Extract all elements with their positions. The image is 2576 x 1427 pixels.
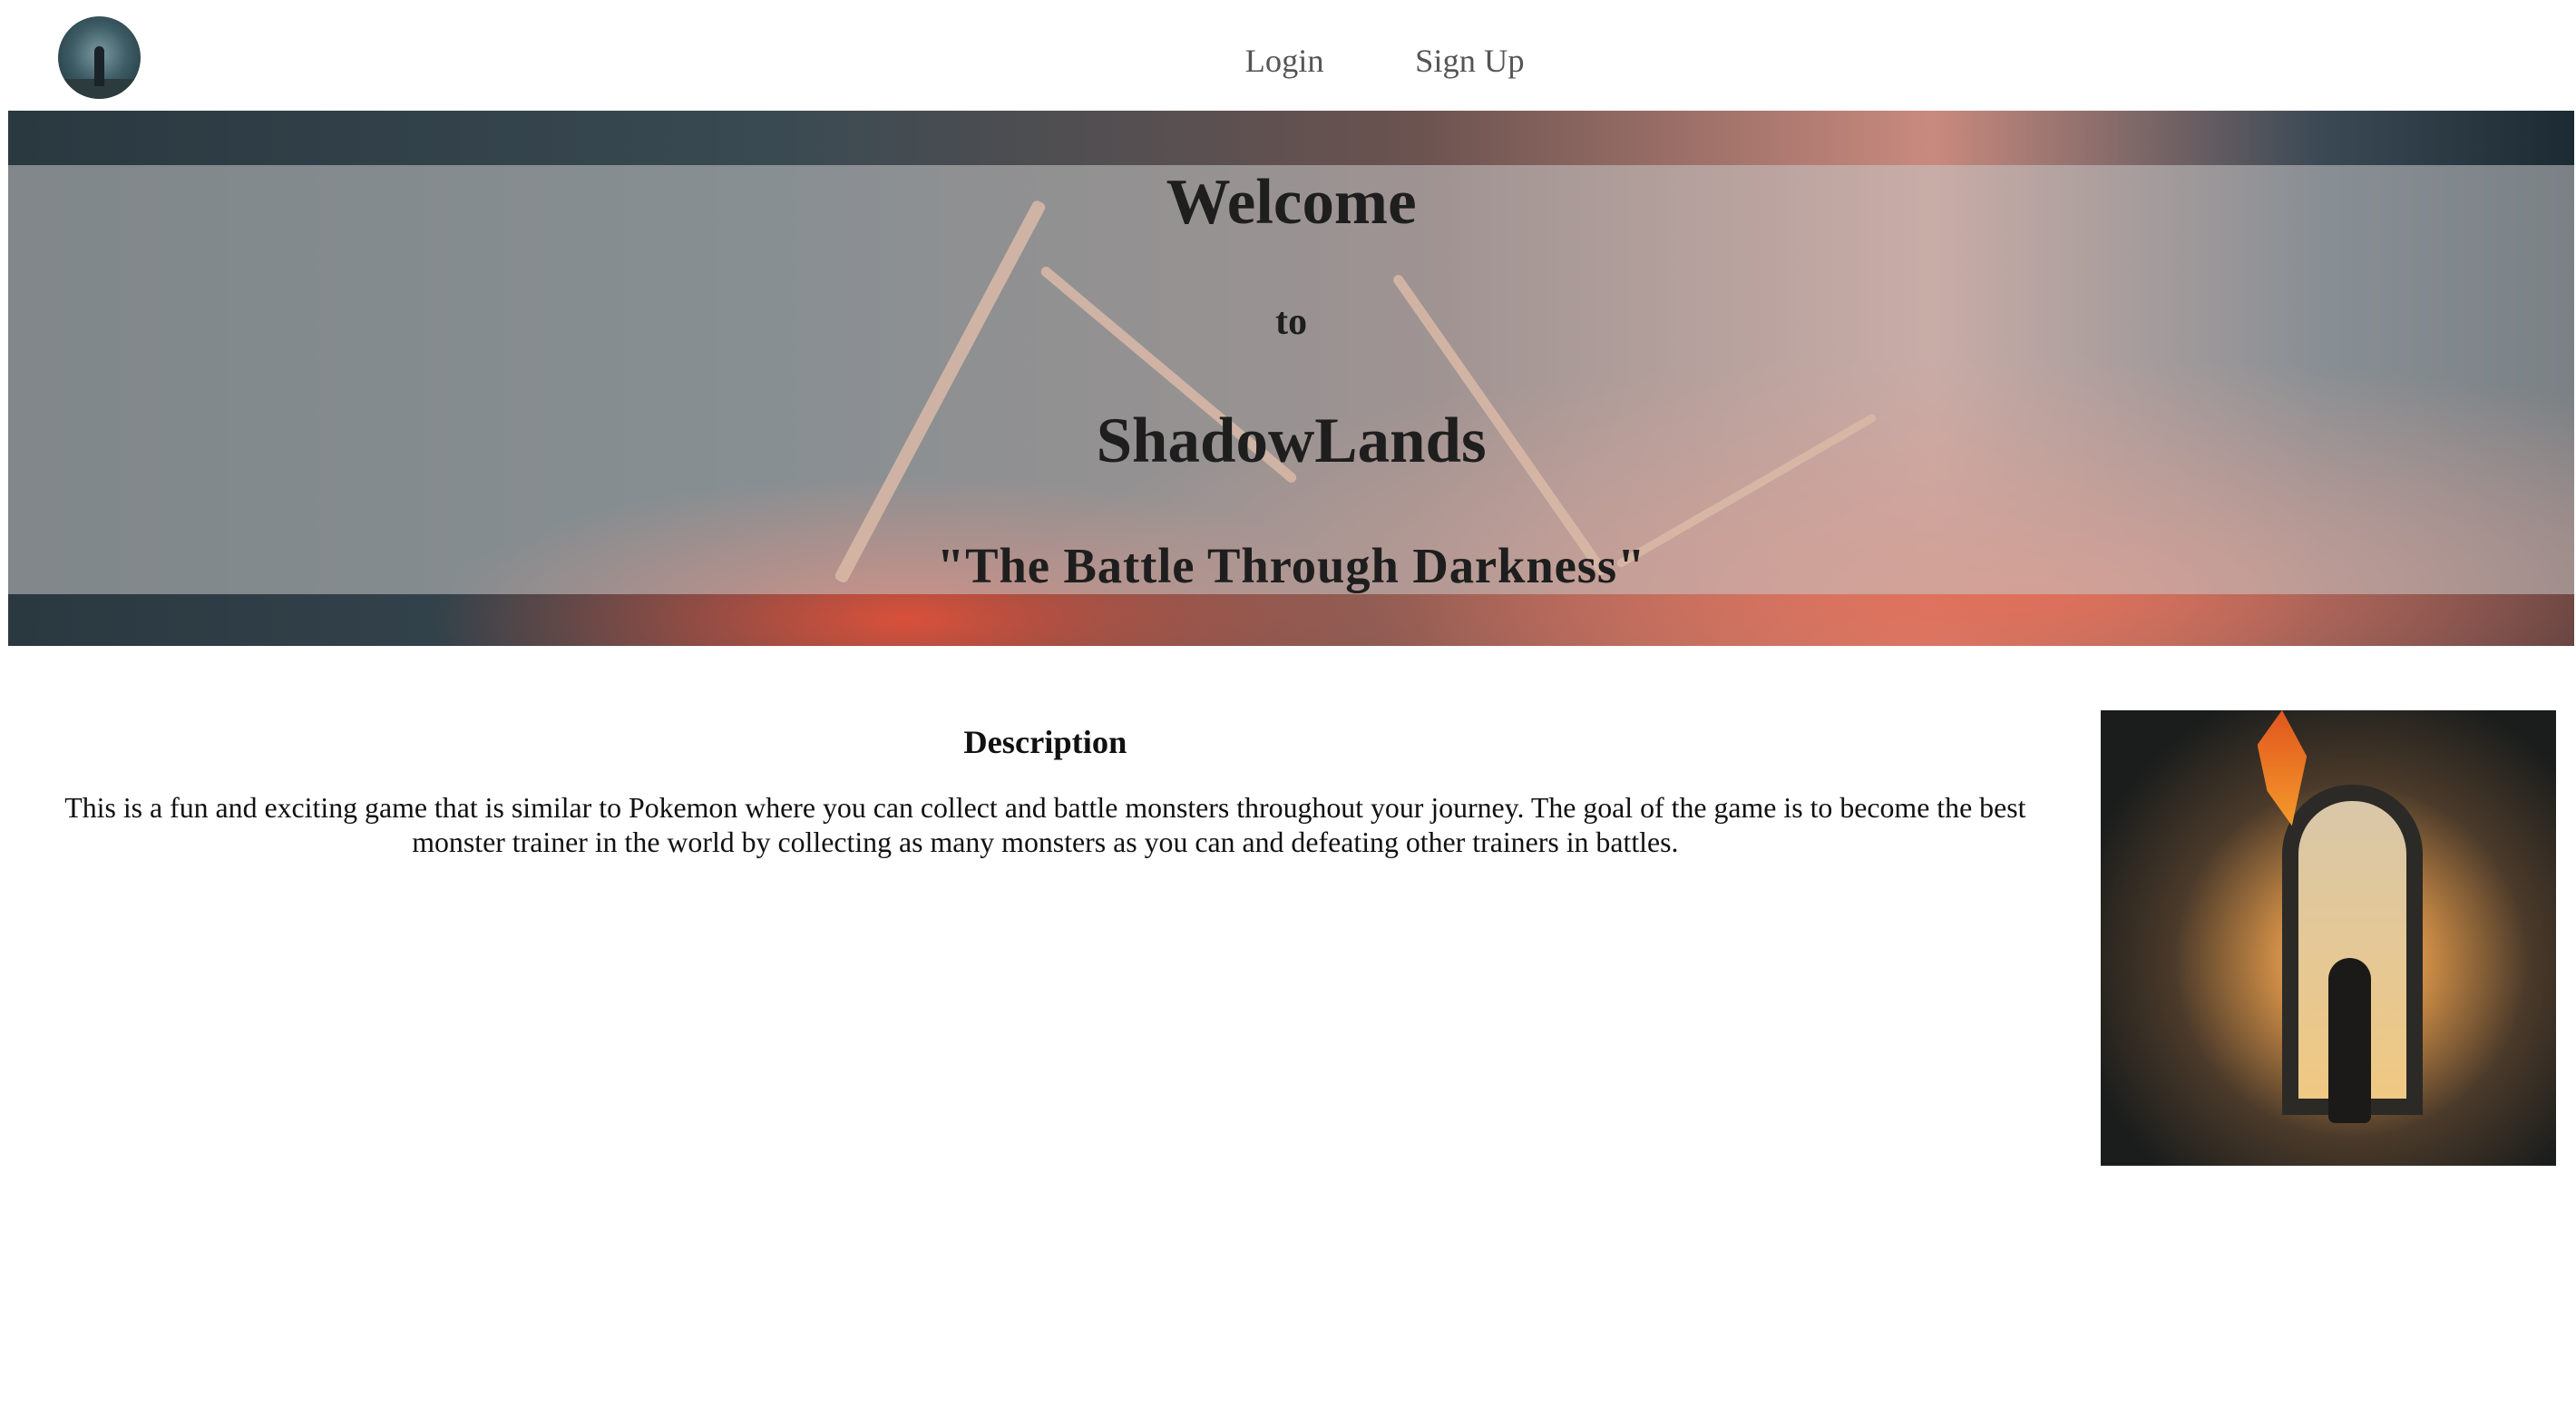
hero-text-band: Welcome to ShadowLands "The Battle Throu…: [8, 165, 2575, 595]
artwork-hooded-figure: [2327, 957, 2372, 1123]
logo-figure: [93, 45, 104, 86]
logo[interactable]: [57, 16, 141, 100]
hero-title: ShadowLands: [1096, 406, 1487, 476]
hero-banner: Welcome to ShadowLands "The Battle Throu…: [8, 110, 2575, 646]
description-text: This is a fun and exciting game that is …: [64, 792, 2026, 859]
signup-link[interactable]: Sign Up: [1415, 42, 1524, 80]
description-section: Description This is a fun and exciting g…: [8, 723, 2083, 860]
hero-to: to: [1275, 301, 1308, 344]
top-nav: Login Sign Up: [0, 0, 2576, 111]
game-artwork-image: [2100, 709, 2557, 1167]
hero-tagline: "The Battle Through Darkness": [936, 537, 1646, 593]
hero-welcome: Welcome: [1166, 167, 1417, 239]
login-link[interactable]: Login: [1245, 42, 1324, 80]
description-heading: Description: [963, 724, 1127, 761]
